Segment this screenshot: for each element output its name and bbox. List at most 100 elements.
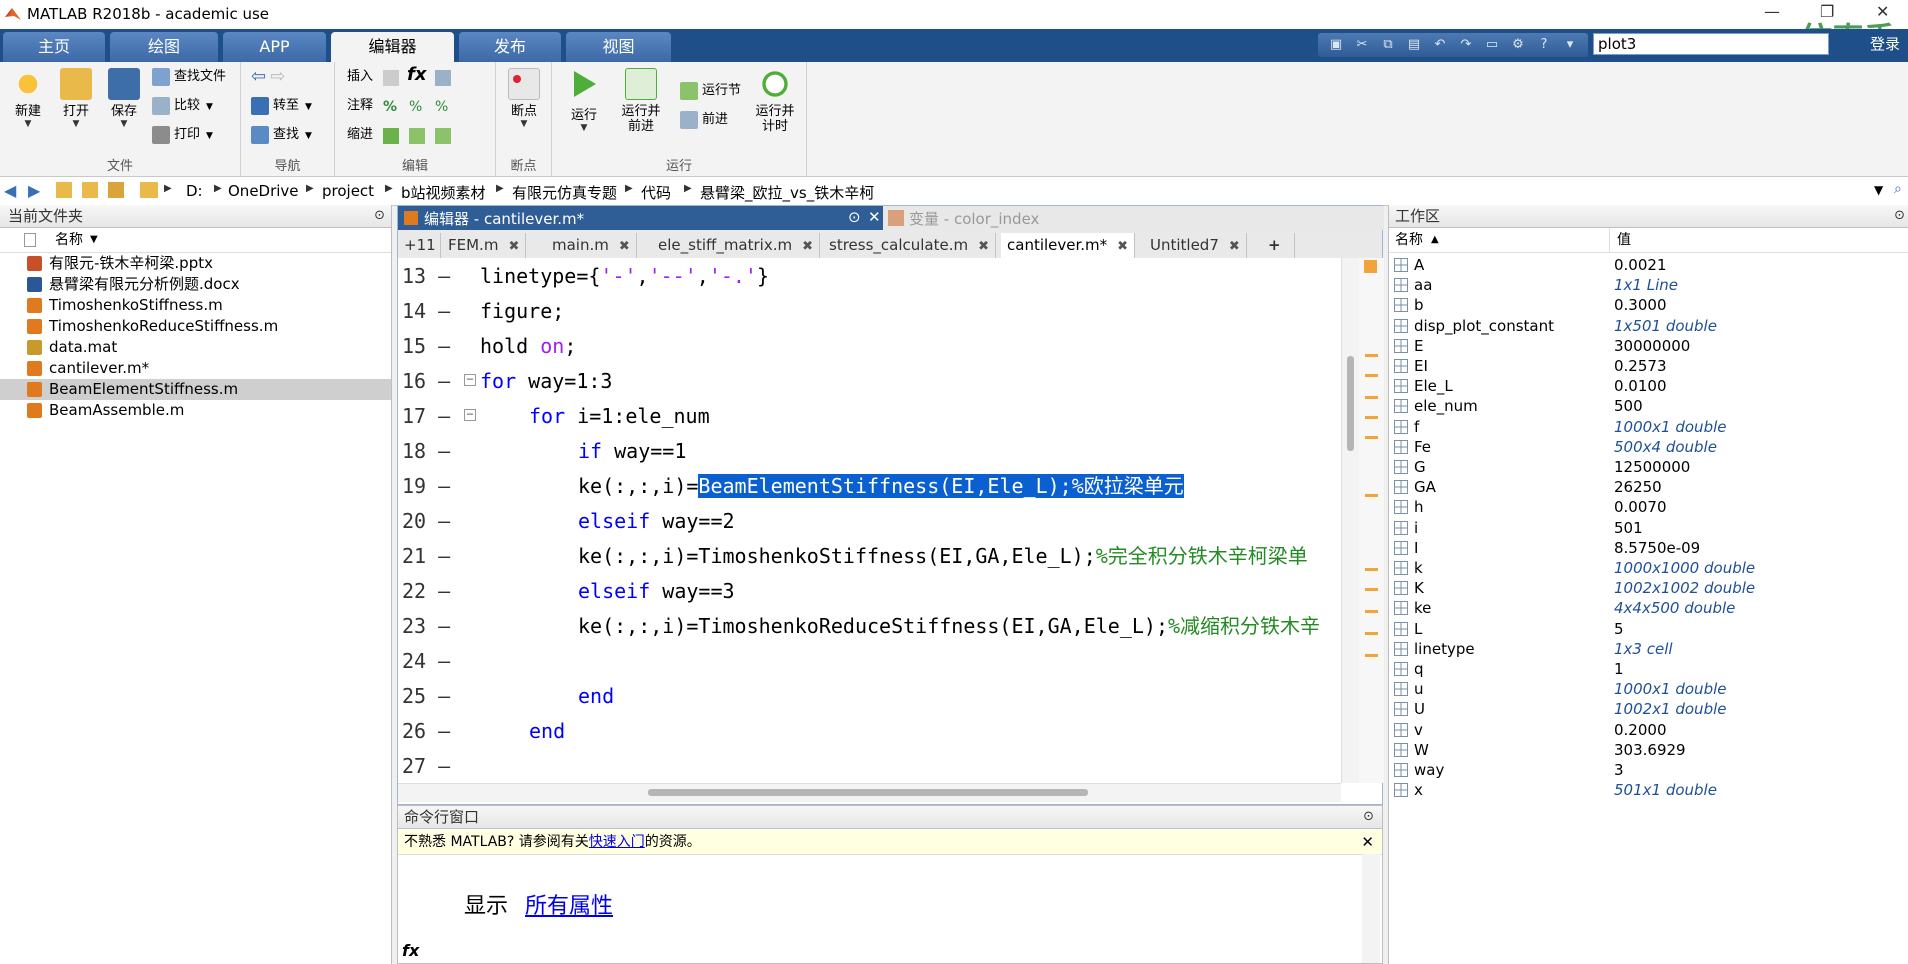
workspace-variable-row[interactable]: linetype 1x3 cell [1389, 639, 1908, 659]
crumb-cantilever[interactable]: 悬臂梁_欧拉_vs_铁木辛柯 [700, 182, 874, 203]
indent-button[interactable]: 缩进 [347, 124, 373, 146]
minimize-icon[interactable]: — [1764, 2, 1780, 21]
print-button[interactable]: 打印 ▼ [152, 124, 213, 146]
file-list-item[interactable]: BeamAssemble.m [0, 400, 391, 421]
editor-tab[interactable]: stress_calculate.m ✖ [823, 233, 997, 258]
tab-close-icon[interactable]: ✖ [802, 239, 813, 254]
workspace-variable-row[interactable]: E 30000000 [1389, 336, 1908, 356]
workspace-variable-row[interactable]: way 3 [1389, 760, 1908, 780]
address-dropdown-icon[interactable]: ▼ [1874, 183, 1883, 197]
scroll-thumb[interactable] [1347, 356, 1354, 451]
line-number[interactable]: 20 — [402, 504, 454, 539]
command-scrollbar[interactable] [1362, 854, 1380, 963]
workspace-variable-row[interactable]: ele_num 500 [1389, 396, 1908, 416]
tab-close-icon[interactable]: ✖ [1229, 239, 1240, 254]
run-and-advance-button[interactable]: 运行并 前进 [616, 68, 666, 134]
workspace-column-header[interactable]: 名称 ▲ 值 [1389, 228, 1908, 253]
workspace-variable-row[interactable]: i 501 [1389, 518, 1908, 538]
increase-indent-icon[interactable] [409, 128, 425, 144]
line-number[interactable]: 16 — [402, 364, 454, 399]
workspace-variable-row[interactable]: ke 4x4x500 double [1389, 598, 1908, 618]
workspace-variable-row[interactable]: Fe 500x4 double [1389, 437, 1908, 457]
workspace-variable-row[interactable]: Ele_L 0.0100 [1389, 376, 1908, 396]
workspace-variable-row[interactable]: W 303.6929 [1389, 740, 1908, 760]
file-list-item[interactable]: cantilever.m* [0, 358, 391, 379]
code-area[interactable]: 13 — linetype={'-','--','-.'} 14 — figure; 1… [398, 258, 1341, 783]
warning-marker[interactable] [1365, 610, 1378, 613]
back-arrow-icon[interactable]: ⇦ [251, 66, 266, 87]
folder-column-header[interactable]: 名称 ▼ [0, 228, 391, 253]
line-number[interactable]: 18 — [402, 434, 454, 469]
workspace-variable-row[interactable]: A 0.0021 [1389, 255, 1908, 275]
insert-function-icon[interactable]: fx [407, 64, 426, 86]
code-line[interactable]: 13 — linetype={'-','--','-.'} [398, 259, 1341, 294]
comment-percent-icon[interactable]: % [383, 99, 399, 115]
find-button[interactable]: 查找 ▼ [251, 124, 312, 146]
warning-marker[interactable] [1365, 494, 1378, 497]
preferences-icon[interactable]: ⚙ [1510, 37, 1526, 53]
warning-marker[interactable] [1365, 416, 1378, 419]
horizontal-scrollbar[interactable] [398, 783, 1341, 802]
editor-tab[interactable]: main.m ✖ [546, 233, 637, 258]
crumb-code[interactable]: 代码 [641, 182, 671, 203]
tab-publish[interactable]: 发布 [459, 32, 561, 62]
comment-button[interactable]: 注释 [347, 95, 373, 117]
line-number[interactable]: 17 — [402, 399, 454, 434]
workspace-variable-row[interactable]: x 501x1 double [1389, 780, 1908, 800]
decrease-indent-icon[interactable] [435, 128, 451, 144]
workspace-variable-row[interactable]: EI 0.2573 [1389, 356, 1908, 376]
tab-plots[interactable]: 绘图 [110, 32, 218, 62]
smart-indent-icon[interactable] [383, 128, 399, 144]
code-line[interactable]: 14 — figure; [398, 294, 1341, 329]
warning-marker[interactable] [1365, 354, 1378, 357]
insert-button[interactable]: 插入 [347, 66, 373, 88]
switch-windows-icon[interactable]: ▭ [1484, 37, 1500, 53]
name-column-header[interactable]: 名称 [1395, 228, 1423, 252]
panel-menu-icon[interactable]: ⊙ [374, 205, 385, 227]
editor-close-icon[interactable]: ✕ [868, 208, 881, 226]
workspace-variable-row[interactable]: b 0.3000 [1389, 295, 1908, 315]
code-line[interactable]: 23 — ke(:,:,i)=TimoshenkoReduceStiffness(… [398, 609, 1341, 644]
folder-history-icon[interactable] [108, 182, 124, 198]
tab-close-icon[interactable]: ✖ [619, 239, 630, 254]
line-number[interactable]: 21 — [402, 539, 454, 574]
editor-menu-icon[interactable]: ⊙ [848, 208, 861, 226]
line-number[interactable]: 22 — [402, 574, 454, 609]
code-line[interactable]: 17 — − for i=1:ele_num [398, 399, 1341, 434]
tab-editor[interactable]: 编辑器 [331, 32, 454, 62]
hscroll-thumb[interactable] [648, 789, 1088, 796]
forward-arrow-icon[interactable]: ⇨ [270, 66, 285, 87]
workspace-variable-row[interactable]: v 0.2000 [1389, 720, 1908, 740]
value-column-header[interactable]: 值 [1617, 228, 1631, 252]
tab-close-icon[interactable]: ✖ [1117, 239, 1128, 254]
run-section-button[interactable]: 运行节 [680, 80, 741, 102]
warning-marker[interactable] [1365, 568, 1378, 571]
code-line[interactable]: 19 — ke(:,:,i)=BeamElementStiffness(EI,El… [398, 469, 1341, 504]
forward-icon[interactable]: ▶ [28, 181, 40, 200]
tab-view[interactable]: 视图 [566, 32, 671, 62]
crumb-bilibili[interactable]: b站视频素材 [401, 182, 486, 203]
code-line[interactable]: 25 — end [398, 679, 1341, 714]
search-documentation-input[interactable]: plot3 [1593, 33, 1829, 55]
run-and-time-button[interactable]: 运行并 计时 [750, 68, 800, 134]
workspace-variable-row[interactable]: h 0.0070 [1389, 497, 1908, 517]
help-icon[interactable]: ? [1536, 37, 1552, 53]
compare-button[interactable]: 比较 ▼ [152, 95, 213, 117]
file-list-item[interactable]: TimoshenkoReduceStiffness.m [0, 316, 391, 337]
code-line[interactable]: 27 — [398, 749, 1341, 783]
editor-tab-active[interactable]: cantilever.m* ✖ [1001, 233, 1136, 258]
workspace-variable-row[interactable]: K 1002x1002 double [1389, 578, 1908, 598]
editor-tab[interactable]: ele_stiff_matrix.m ✖ [652, 233, 821, 258]
back-icon[interactable]: ◀ [4, 181, 16, 200]
tab-close-icon[interactable]: ✖ [508, 239, 519, 254]
line-number[interactable]: 23 — [402, 609, 454, 644]
workspace-variable-row[interactable]: aa 1x1 Line [1389, 275, 1908, 295]
insert-table-icon[interactable] [435, 70, 451, 86]
editor-tab[interactable]: Untitled7 ✖ [1144, 233, 1247, 258]
line-number[interactable]: 27 — [402, 749, 454, 783]
workspace-variable-row[interactable]: q1 [1389, 659, 1908, 679]
uncomment-icon[interactable]: % [409, 99, 425, 115]
code-analyzer-status-icon[interactable] [1364, 260, 1377, 273]
save-icon[interactable]: ▣ [1328, 37, 1344, 53]
workspace-variable-row[interactable]: L5 [1389, 619, 1908, 639]
